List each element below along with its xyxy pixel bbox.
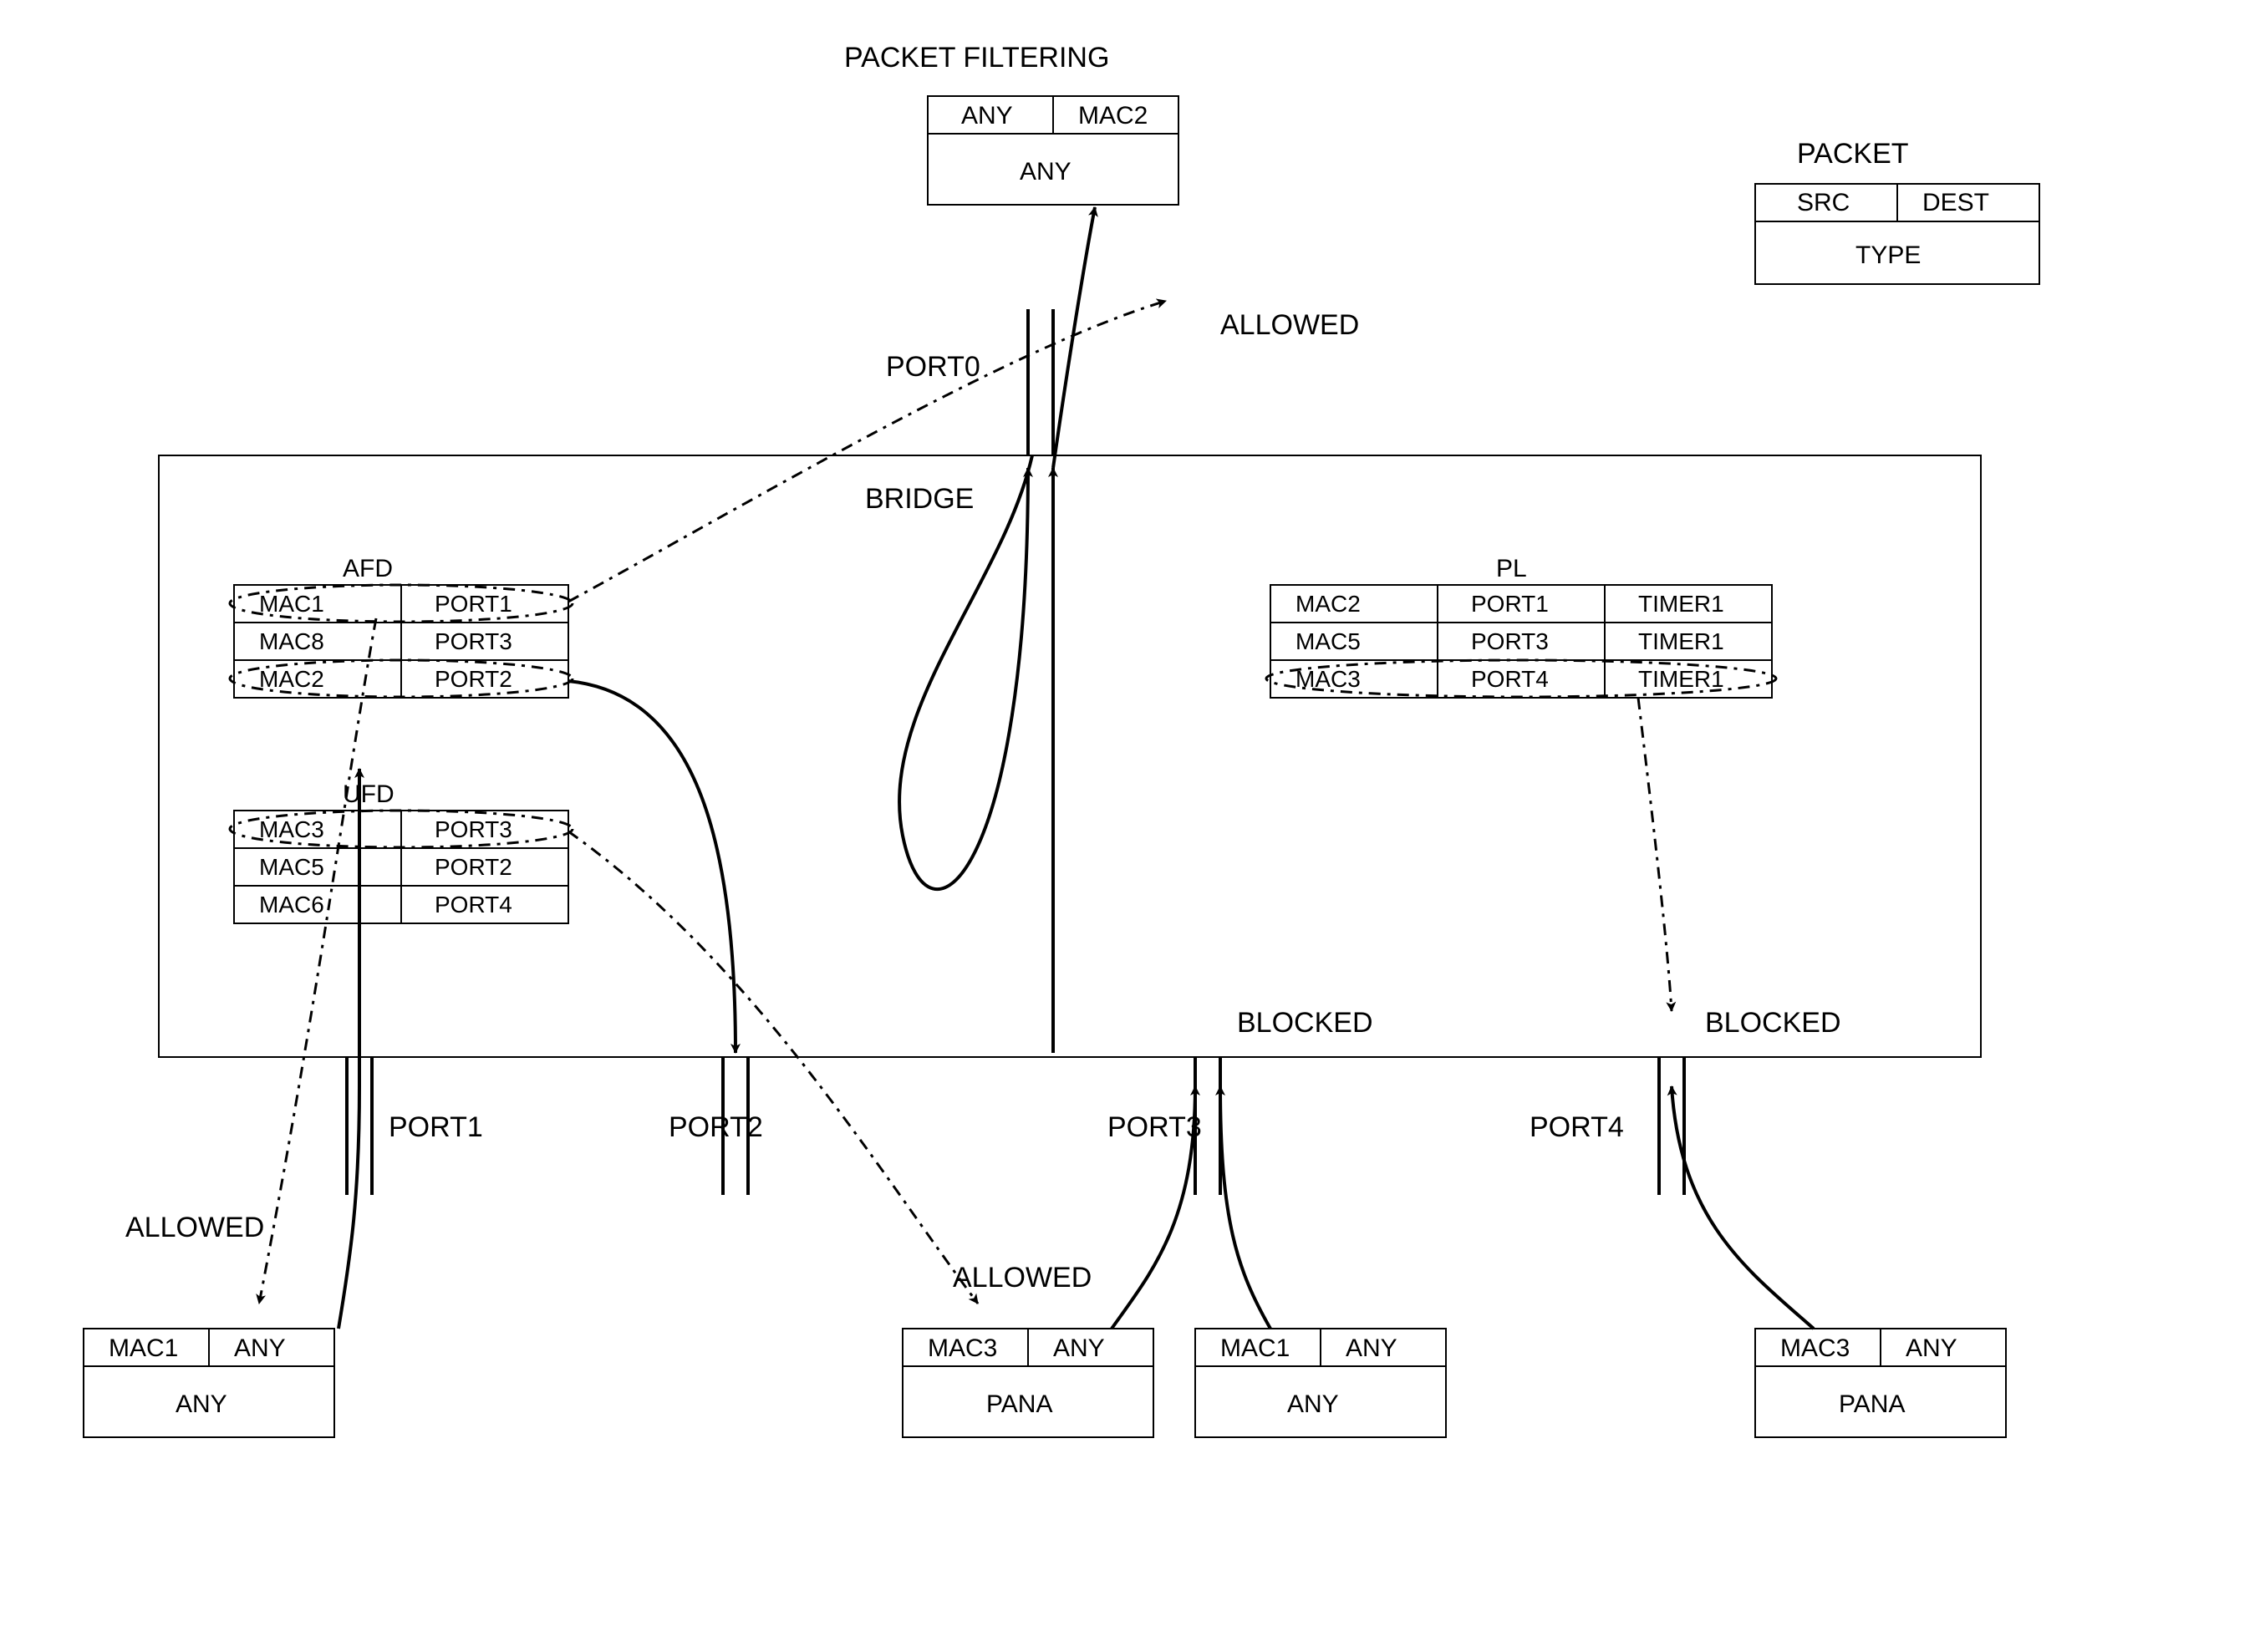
afd-table: AFD MAC1 PORT1 MAC8 PORT3 MAC2 PORT2 [230,555,573,698]
pl-table: PL MAC2 PORT1 TIMER1 MAC5 PORT3 TIMER1 M… [1266,555,1776,698]
pl-r2-timer: TIMER1 [1638,666,1724,692]
port4-label: PORT4 [1530,1111,1624,1143]
packet-top-type: ANY [1020,158,1072,186]
ufd-r0-mac: MAC3 [259,816,324,842]
packet-port3b: MAC1 ANY ANY [1195,1329,1446,1437]
pl-r0-mac: MAC2 [1295,591,1361,617]
pkt4-src: MAC3 [1780,1334,1850,1362]
ufd-r2-mac: MAC6 [259,892,324,917]
pkt4-dest: ANY [1906,1334,1957,1362]
pkt1-type: ANY [176,1390,227,1418]
legend-dest: DEST [1922,189,1989,216]
afd-r1-mac: MAC8 [259,628,324,654]
dash-ufd-to-port3 [568,831,978,1304]
diagram-title: PACKET FILTERING [844,42,1109,74]
ufd-title: UFD [343,780,394,808]
pkt3b-src: MAC1 [1220,1334,1290,1362]
packet-top-dest: MAC2 [1078,102,1148,130]
flow-in-port3b [1220,1086,1270,1329]
port3-label: PORT3 [1107,1111,1202,1143]
legend-title: PACKET [1797,138,1909,170]
ufd-r2-port: PORT4 [435,892,512,917]
ufd-table: UFD MAC3 PORT3 MAC5 PORT2 MAC6 PORT4 [230,780,573,923]
ufd-r1-port: PORT2 [435,854,512,880]
pl-r1-timer: TIMER1 [1638,628,1724,654]
ufd-r1-mac: MAC5 [259,854,324,880]
flow-in-port4 [1672,1086,1814,1329]
port1-label: PORT1 [389,1111,483,1143]
flow-afd-to-port2 [568,681,736,1053]
pl-r2-port: PORT4 [1471,666,1549,692]
bridge-label: BRIDGE [865,483,974,515]
ufd-r0-port: PORT3 [435,816,512,842]
bridge-box [159,455,1981,1057]
legend-type: TYPE [1855,241,1921,269]
allowed-port3: ALLOWED [953,1262,1092,1294]
pkt3a-dest: ANY [1053,1334,1105,1362]
pkt3a-type: PANA [986,1390,1052,1418]
blocked-port3: BLOCKED [1237,1007,1373,1039]
pkt1-dest: ANY [234,1334,286,1362]
afd-r2-port: PORT2 [435,666,512,692]
pl-title: PL [1496,555,1527,582]
allowed-port1: ALLOWED [125,1212,264,1243]
pkt1-src: MAC1 [109,1334,178,1362]
packet-port4: MAC3 ANY PANA [1755,1329,2006,1437]
packet-filtering-diagram: PACKET FILTERING PACKET SRC DEST TYPE AN… [0,0,2255,1652]
packet-top-src: ANY [961,102,1013,130]
pl-r0-timer: TIMER1 [1638,591,1724,617]
packet-port3a: MAC3 ANY PANA [903,1329,1153,1437]
legend-src: SRC [1797,189,1850,216]
port0-label: PORT0 [886,351,980,383]
dash-afd-to-top [568,301,1166,602]
port2-label: PORT2 [669,1111,763,1143]
flow-out-port0 [1053,207,1095,468]
flow-bridge-loop-left [899,455,1032,889]
pkt3a-src: MAC3 [928,1334,997,1362]
packet-port1: MAC1 ANY ANY [84,1329,334,1437]
pl-r1-port: PORT3 [1471,628,1549,654]
afd-r2-mac: MAC2 [259,666,324,692]
dash-pl-to-port4 [1638,698,1672,1011]
pkt3b-dest: ANY [1346,1334,1397,1362]
pl-r1-mac: MAC5 [1295,628,1361,654]
packet-top: ANY MAC2 ANY [928,96,1178,205]
allowed-top: ALLOWED [1220,309,1359,341]
afd-r0-mac: MAC1 [259,591,324,617]
blocked-port4: BLOCKED [1705,1007,1841,1039]
afd-r1-port: PORT3 [435,628,512,654]
afd-r0-port: PORT1 [435,591,512,617]
pkt3b-type: ANY [1287,1390,1339,1418]
afd-title: AFD [343,555,393,582]
legend-packet: PACKET SRC DEST TYPE [1755,138,2039,284]
pl-r0-port: PORT1 [1471,591,1549,617]
pkt4-type: PANA [1839,1390,1905,1418]
flow-in-port1 [339,769,359,1329]
